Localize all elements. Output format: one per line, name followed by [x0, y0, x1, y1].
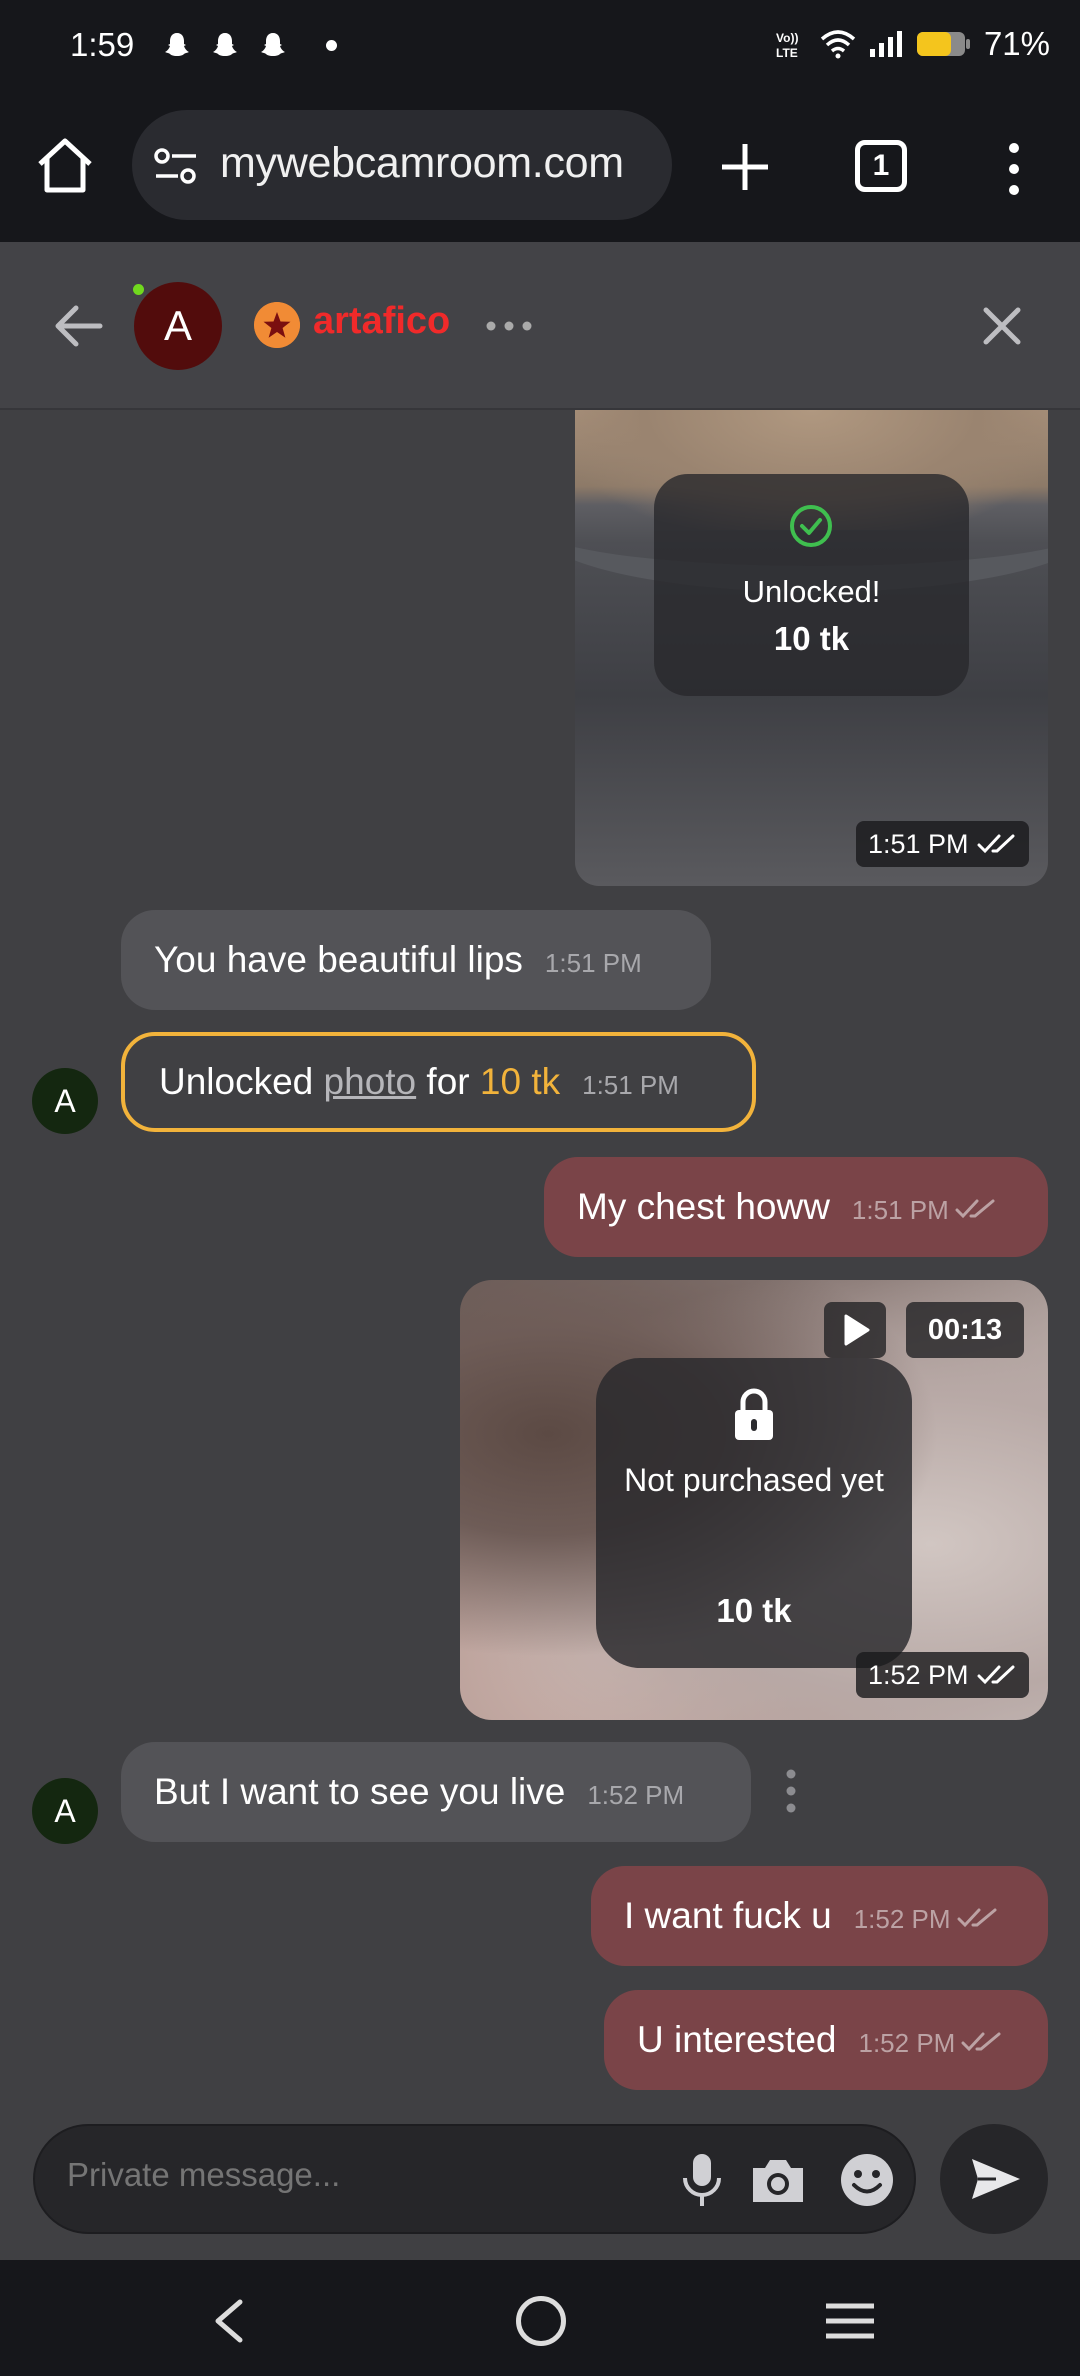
browser-toolbar: mywebcamroom.com 1	[0, 90, 1080, 242]
avatar[interactable]: A	[134, 282, 222, 370]
purchase-status-card[interactable]: Not purchased yet 10 tk	[596, 1358, 912, 1668]
message-time: 1:51 PM	[544, 948, 642, 978]
snapchat-icon	[213, 33, 237, 56]
tip-prefix: Unlocked	[159, 1061, 314, 1102]
tab-switcher-button[interactable]: 1	[855, 140, 907, 192]
message-bubble[interactable]: I want fuck u 1:52 PM	[591, 1866, 1048, 1966]
overflow-menu-icon[interactable]	[1004, 140, 1024, 198]
play-icon	[844, 1314, 870, 1346]
notification-dot	[326, 40, 337, 51]
nav-home-icon[interactable]	[516, 2296, 566, 2346]
message-time: 1:52 PM	[853, 1904, 951, 1934]
back-arrow-icon[interactable]	[52, 302, 104, 350]
camera-icon[interactable]	[749, 2154, 807, 2206]
check-circle-icon	[790, 505, 832, 547]
message-bubble[interactable]: U interested 1:52 PM	[604, 1990, 1048, 2090]
url-text[interactable]: mywebcamroom.com	[220, 139, 624, 188]
message-text: U interested	[637, 2019, 837, 2060]
battery-icon	[916, 32, 970, 56]
message-bubble[interactable]: My chest howw 1:51 PM	[544, 1157, 1048, 1257]
double-check-icon	[955, 1199, 995, 1219]
svg-text:LTE: LTE	[776, 46, 798, 60]
close-icon[interactable]	[982, 306, 1022, 346]
snapchat-icon	[261, 33, 285, 56]
message-bubble[interactable]: You have beautiful lips 1:51 PM	[121, 910, 711, 1010]
tip-amount: 10 tk	[479, 1061, 561, 1102]
sender-avatar[interactable]: A	[32, 1068, 98, 1134]
double-check-icon	[977, 834, 1015, 854]
message-text: My chest howw	[577, 1186, 830, 1227]
chat-header: A artafico	[0, 242, 1080, 410]
media-timestamp: 1:52 PM	[856, 1652, 1029, 1698]
online-indicator	[133, 284, 144, 295]
message-time: 1:52 PM	[587, 1780, 685, 1810]
send-button[interactable]	[940, 2124, 1048, 2234]
nav-recents-icon[interactable]	[824, 2302, 876, 2340]
wifi-icon	[820, 30, 856, 59]
more-options-icon[interactable]	[485, 320, 533, 332]
sender-avatar[interactable]: A	[32, 1778, 98, 1844]
message-options-icon[interactable]	[784, 1768, 798, 1814]
message-bubble[interactable]: But I want to see you live 1:52 PM	[121, 1742, 751, 1842]
double-check-icon	[977, 1665, 1015, 1685]
status-time: 1:59	[70, 26, 135, 63]
signal-icon	[869, 31, 902, 57]
double-check-icon	[957, 1908, 997, 1928]
photo-link[interactable]: photo	[324, 1061, 417, 1102]
video-price: 10 tk	[716, 1592, 792, 1629]
star-badge-icon	[254, 302, 300, 348]
unlock-status-text: Unlocked!	[742, 574, 881, 609]
play-button[interactable]	[824, 1302, 886, 1358]
message-text: I want fuck u	[624, 1895, 832, 1936]
unlocked-photo[interactable]: Unlocked! 10 tk 1:51 PM	[575, 410, 1048, 886]
microphone-icon[interactable]	[681, 2152, 723, 2208]
username[interactable]: artafico	[313, 300, 450, 343]
message-text: You have beautiful lips	[154, 939, 523, 980]
emoji-icon[interactable]	[839, 2152, 895, 2208]
send-icon	[972, 2159, 1020, 2199]
nav-back-icon[interactable]	[212, 2298, 244, 2344]
locked-video[interactable]: 00:13 Not purchased yet 10 tk 1:52 PM	[460, 1280, 1048, 1720]
tip-message: Unlocked photo for 10 tk 1:51 PM	[121, 1032, 756, 1132]
system-navigation-bar	[0, 2260, 1080, 2376]
volte-icon: Vo))LTE	[776, 31, 798, 60]
new-tab-icon[interactable]	[718, 140, 772, 194]
tip-middle: for	[426, 1061, 470, 1102]
battery-percent: 71%	[983, 25, 1050, 62]
address-bar[interactable]: mywebcamroom.com	[132, 110, 672, 220]
message-time: 1:51 PM	[851, 1195, 949, 1225]
unlock-status-card: Unlocked! 10 tk	[654, 474, 969, 696]
private-message-input[interactable]	[67, 2156, 627, 2194]
status-bar: 1:59 Vo)) LTE 71%	[0, 0, 1080, 90]
media-timestamp: 1:51 PM	[856, 821, 1029, 867]
video-duration: 00:13	[906, 1302, 1024, 1358]
double-check-icon	[961, 2032, 1001, 2052]
purchase-status-text: Not purchased yet	[624, 1462, 884, 1498]
lock-icon	[735, 1388, 773, 1440]
message-time: 1:52 PM	[858, 2028, 956, 2058]
home-icon[interactable]	[34, 134, 96, 196]
message-text: But I want to see you live	[154, 1771, 566, 1812]
snapchat-icon	[165, 33, 189, 56]
message-time: 1:51 PM	[582, 1070, 679, 1100]
message-composer	[33, 2124, 916, 2234]
site-settings-icon[interactable]	[154, 146, 198, 186]
unlock-price: 10 tk	[773, 620, 850, 657]
svg-text:Vo)): Vo))	[776, 31, 798, 45]
